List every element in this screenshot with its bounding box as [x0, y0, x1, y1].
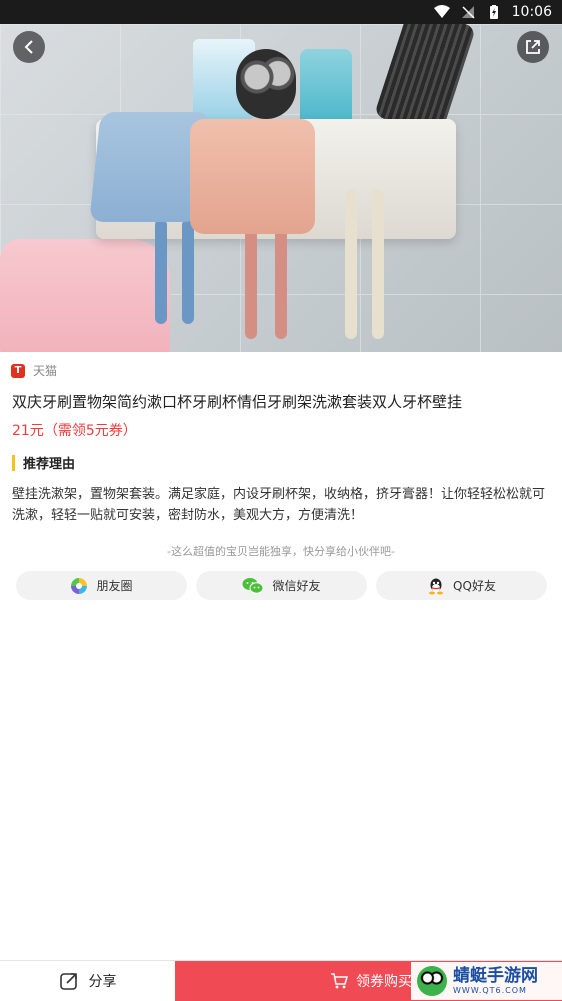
cart-icon — [331, 973, 348, 989]
source-name: 天猫 — [33, 364, 58, 378]
hero-toothbrush — [372, 189, 384, 339]
share-qq-button[interactable]: QQ好友 — [376, 571, 547, 600]
share-hint: -这么超值的宝贝岂能独享，快分享给小伙伴吧- — [167, 545, 395, 558]
signal-icon — [461, 6, 475, 19]
share-icon — [59, 973, 77, 990]
wifi-icon — [433, 5, 450, 18]
hero-cup-pink — [190, 119, 315, 234]
share-qq-label: QQ好友 — [453, 579, 496, 593]
frog-logo-icon — [417, 966, 447, 996]
product-title: 双庆牙刷置物架简约漱口杯牙刷杯情侣牙刷架洗漱套装双人牙杯壁挂 — [12, 393, 463, 411]
status-bar: 10:06 — [0, 0, 562, 24]
source-row: T 天猫 — [11, 362, 57, 379]
chevron-left-icon — [24, 40, 33, 54]
bottom-share-label: 分享 — [88, 974, 117, 990]
reason-title: 推荐理由 — [23, 457, 76, 472]
hero-toothbrush — [245, 229, 257, 339]
external-link-button[interactable] — [517, 31, 549, 63]
hero-mouthwash — [300, 49, 352, 124]
share-moments-label: 朋友圈 — [96, 579, 133, 593]
hero-towel — [0, 239, 170, 352]
external-link-icon — [526, 40, 540, 54]
site-watermark: 蜻蜓手游网 WWW.QT6.COM — [411, 962, 562, 1000]
status-time: 10:06 — [511, 4, 552, 20]
reason-text: 壁挂洗漱架，置物架套装。满足家庭，内设牙刷杯架，收纳格，挤牙膏器！让你轻轻松松就… — [12, 487, 546, 523]
tmall-logo-icon: T — [11, 363, 25, 378]
coupon-note: （需领5元券） — [43, 423, 137, 439]
battery-icon — [489, 5, 498, 19]
share-wechat-label: 微信好友 — [272, 579, 321, 593]
hero-toothbrush — [345, 189, 357, 339]
coupon-buy-label: 领券购买 — [356, 974, 412, 990]
price: 21元 — [12, 423, 44, 439]
share-moments-button[interactable]: 朋友圈 — [16, 571, 187, 600]
reason-accent-bar — [12, 454, 15, 471]
bottom-share-button[interactable]: 分享 — [0, 961, 175, 1001]
watermark-title: 蜻蜓手游网 — [453, 965, 538, 986]
wechat-icon — [242, 577, 264, 594]
back-button[interactable] — [13, 31, 45, 63]
hero-toothbrush — [275, 229, 287, 339]
hero-toothbrush — [155, 219, 167, 324]
watermark-url: WWW.QT6.COM — [453, 985, 527, 995]
price-row: 21元（需领5元券） — [12, 420, 137, 440]
share-wechat-button[interactable]: 微信好友 — [196, 571, 367, 600]
hero-toothbrush — [182, 219, 194, 324]
product-image[interactable] — [0, 24, 562, 352]
moments-icon — [71, 577, 88, 594]
reason-header: 推荐理由 — [12, 453, 75, 472]
hero-shaver — [236, 49, 296, 119]
qq-icon — [429, 578, 444, 594]
